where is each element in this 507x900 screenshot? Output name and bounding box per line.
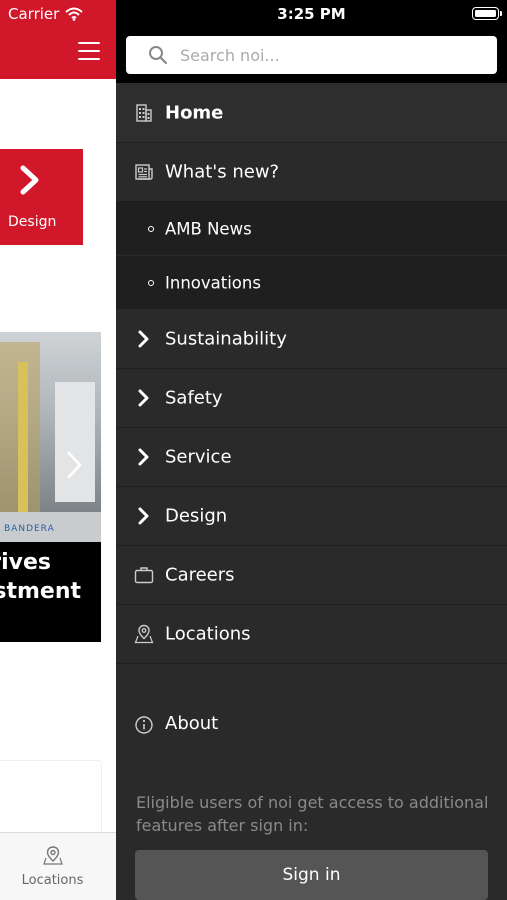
briefcase-icon [134,567,154,584]
carrier-label: Carrier [8,5,60,23]
menu-item-careers[interactable]: Careers [116,546,507,605]
about-label: About [165,713,219,734]
app-header [0,28,116,79]
menu-item-home[interactable]: Home [116,83,507,143]
hero-caption-line: rives [0,550,51,575]
chevron-right-icon [138,330,149,348]
clock: 3:25 PM [277,5,346,23]
hamburger-menu-icon[interactable] [78,42,100,60]
hero-caption-line: stment [0,579,81,604]
search-box[interactable] [126,36,497,74]
menu-item-whats-new[interactable]: What's new? [116,143,507,202]
menu-item-locations[interactable]: Locations [116,605,507,664]
hero-brand-logo: BANDERA [4,524,55,534]
sign-in-button[interactable]: Sign in [135,850,488,900]
tab-locations-label: Locations [21,873,84,888]
menu-item-service[interactable]: Service [116,428,507,487]
search-input[interactable] [180,36,480,74]
menu-item-about[interactable]: About [116,699,507,751]
building-icon [136,103,152,122]
search-bar [116,28,507,83]
info-icon [135,716,153,734]
menu-subitem-amb-news[interactable]: AMB News [116,202,507,256]
design-tile-label: Design [8,214,57,230]
bullet-icon [148,279,154,286]
search-icon [149,46,168,65]
signin-info-text: Eligible users of noi get access to addi… [136,793,489,835]
menu-item-safety[interactable]: Safety [116,369,507,428]
hero-caption: rives stment [0,542,101,642]
wifi-icon [65,7,83,21]
tab-bar: Locations [0,832,116,900]
menu-subitem-innovations[interactable]: Innovations [116,256,507,310]
battery-icon [472,7,502,20]
map-pin-icon [134,624,154,644]
status-bar-left: Carrier [0,0,116,28]
bullet-icon [148,225,154,232]
design-tile[interactable]: Design [0,149,83,245]
background-app: Design BANDERA rives stment Locations [0,0,116,900]
menu-item-label: Innovations [165,273,261,292]
menu-item-label: Design [165,505,228,527]
chevron-right-icon [20,165,39,195]
hero-carousel[interactable]: BANDERA rives stment [0,332,101,642]
menu-item-design[interactable]: Design [116,487,507,546]
status-bar: Carrier 3:25 PM [0,0,507,28]
map-pin-icon [43,846,63,865]
hero-image: BANDERA [0,332,101,542]
menu-item-label: What's new? [165,161,280,183]
drawer-menu: Home What's new? AMB News Innovations Su… [116,83,507,664]
menu-item-label: Sustainability [165,328,287,350]
carousel-next-icon[interactable] [66,450,82,480]
status-bar-right: 3:25 PM [116,0,507,28]
chevron-right-icon [138,389,149,407]
chevron-right-icon [138,507,149,525]
newspaper-icon [135,164,153,180]
menu-item-label: Locations [165,623,251,645]
menu-item-label: Safety [165,387,223,409]
content-card [0,760,102,840]
menu-item-label: Careers [165,564,235,586]
menu-item-label: Service [165,446,232,468]
menu-item-label: Home [165,102,224,123]
chevron-right-icon [138,448,149,466]
menu-item-label: AMB News [165,219,252,238]
menu-item-sustainability[interactable]: Sustainability [116,310,507,369]
side-drawer: Home What's new? AMB News Innovations [116,28,507,900]
